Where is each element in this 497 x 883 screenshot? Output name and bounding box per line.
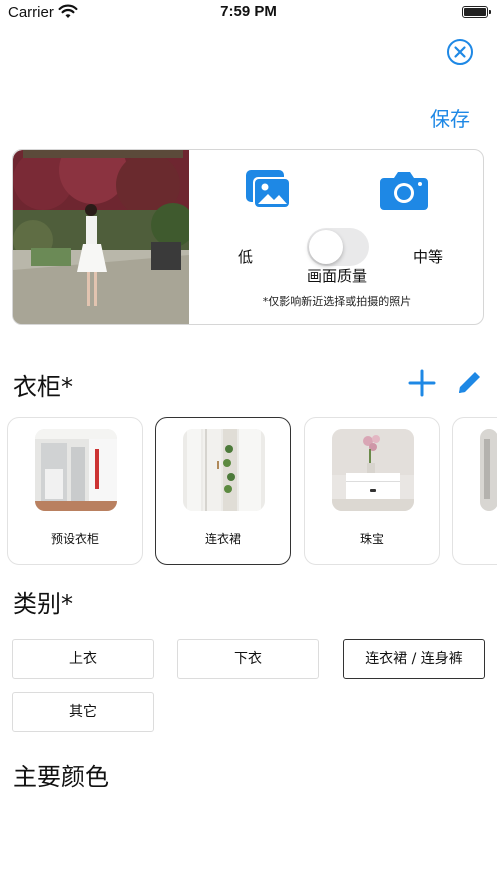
- wardrobe-item[interactable]: [452, 417, 497, 565]
- wardrobe-thumbnail: [183, 429, 265, 511]
- category-option-tops[interactable]: 上衣: [12, 639, 154, 679]
- close-button[interactable]: [446, 38, 474, 66]
- wardrobe-item[interactable]: 珠宝: [304, 417, 440, 565]
- main-color-title: 主要颜色: [13, 763, 109, 791]
- wardrobe-thumbnail: [332, 429, 414, 511]
- wardrobe-thumbnail: [35, 429, 117, 511]
- wardrobe-item-label: 连衣裙: [204, 532, 241, 546]
- quality-note: *仅影响新近选择或拍摄的照片: [262, 295, 412, 308]
- pencil-icon: [456, 372, 480, 396]
- category-option-bottoms[interactable]: 下衣: [177, 639, 319, 679]
- status-bar: Carrier 7:59 PM: [0, 0, 497, 26]
- quality-low-label: 低: [238, 248, 254, 266]
- save-button[interactable]: 保存: [430, 103, 470, 132]
- category-title: 类别*: [13, 590, 73, 618]
- wardrobe-title: 衣柜*: [13, 373, 73, 401]
- wardrobe-item-label: 珠宝: [359, 532, 384, 546]
- clock: 7:59 PM: [220, 3, 277, 20]
- wardrobe-item[interactable]: 连衣裙: [155, 417, 291, 565]
- clothing-photo[interactable]: [13, 150, 189, 324]
- toggle-knob: [309, 230, 343, 264]
- quality-toggle[interactable]: [307, 228, 369, 266]
- battery-icon: [462, 6, 491, 18]
- photo-library-icon: [246, 170, 291, 209]
- quality-medium-label: 中等: [413, 248, 444, 266]
- close-circle-icon: [447, 39, 473, 65]
- quality-label: 画面质量: [306, 267, 367, 285]
- wardrobe-item[interactable]: 预设衣柜: [7, 417, 143, 565]
- wardrobe-item-label: 预设衣柜: [50, 532, 99, 546]
- category-option-dresses[interactable]: 连衣裙 / 连身裤: [343, 639, 485, 679]
- edit-wardrobe-button[interactable]: [454, 368, 482, 402]
- camera-button[interactable]: [380, 170, 428, 214]
- photo-library-button[interactable]: [246, 170, 292, 214]
- category-option-other[interactable]: 其它: [12, 692, 154, 732]
- wardrobe-thumbnail: [480, 429, 497, 511]
- plus-icon: [408, 369, 436, 397]
- camera-icon: [380, 172, 428, 210]
- add-wardrobe-button[interactable]: [407, 368, 437, 402]
